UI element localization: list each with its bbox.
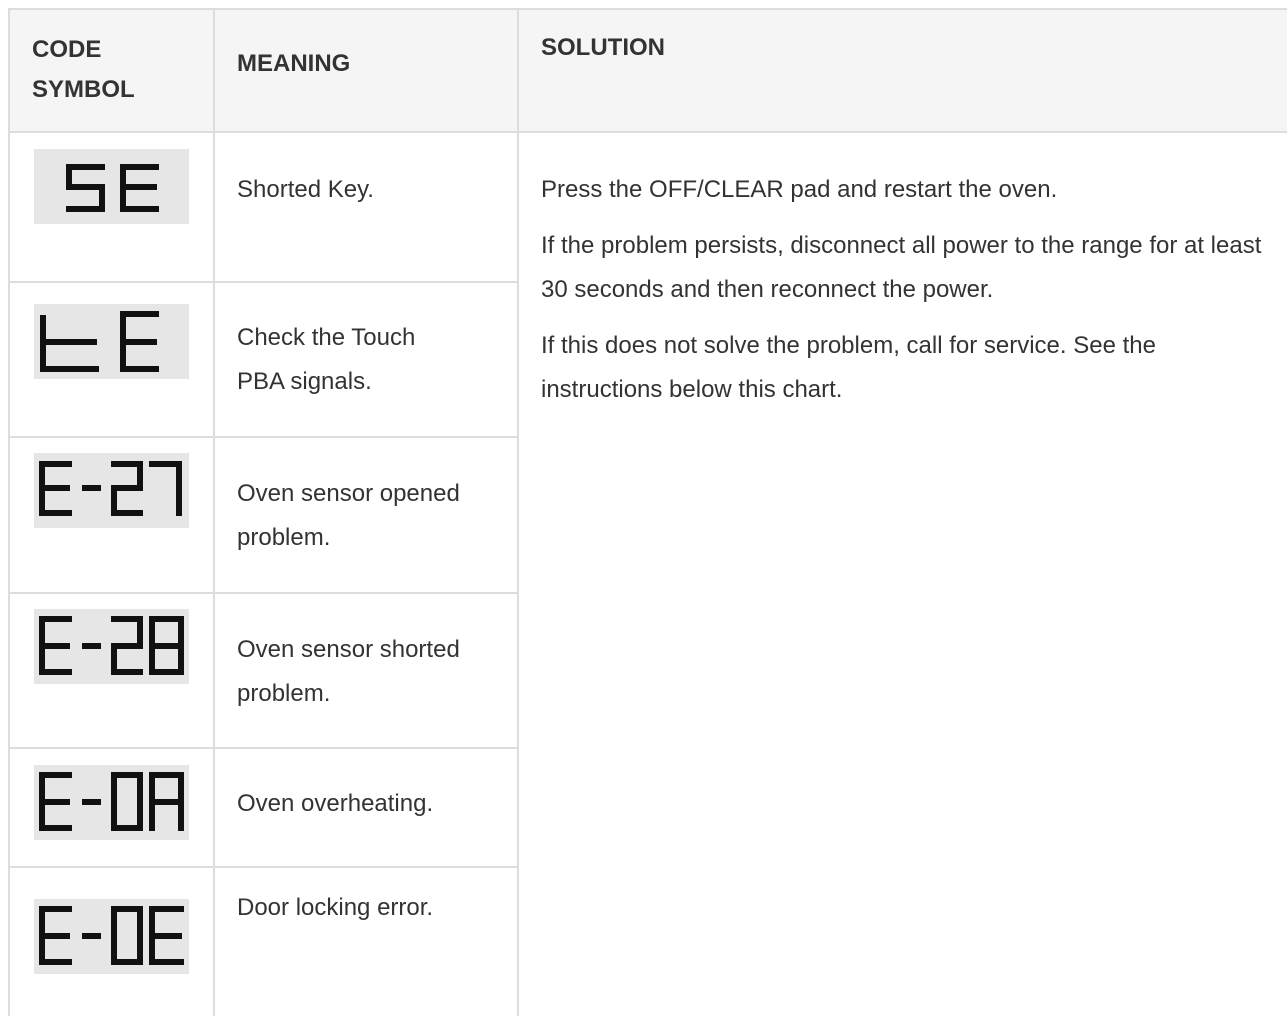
lcd-te-display — [40, 311, 159, 372]
solution-step-3: If this does not solve the problem, call… — [541, 332, 1156, 403]
table-header-divider — [9, 131, 1287, 133]
lcd-code-e0e — [34, 899, 189, 974]
header-code-line: CODE — [32, 36, 102, 63]
table-border-left — [8, 8, 10, 1016]
column-divider — [213, 8, 215, 1016]
row-divider — [9, 281, 519, 283]
table-border-top — [9, 8, 1287, 10]
row-divider — [9, 436, 519, 438]
header-code-symbol: CODE SYMBOL — [32, 30, 135, 110]
meaning-se: Shorted Key. — [237, 176, 374, 203]
lcd-code-e28 — [34, 609, 189, 684]
lcd-code-e27 — [34, 453, 189, 528]
meaning-e27: Oven sensor opened problem. — [237, 480, 460, 551]
meaning-te: Check the Touch PBA signals. — [237, 324, 416, 395]
solution-text: Press the OFF/CLEAR pad and restart the … — [541, 168, 1276, 424]
column-divider — [517, 8, 519, 1016]
lcd-e0a-display — [39, 772, 184, 831]
row-divider — [9, 747, 519, 749]
lcd-se-display — [66, 164, 159, 212]
row-divider — [9, 866, 519, 868]
meaning-e0a: Oven overheating. — [237, 790, 434, 817]
error-code-table: CODE SYMBOL MEANING SOLUTION Shorted Key… — [0, 0, 1287, 1016]
lcd-e28-display — [39, 616, 184, 675]
lcd-e27-display — [39, 461, 182, 516]
lcd-code-te — [34, 304, 189, 379]
header-meaning: MEANING — [237, 50, 351, 77]
meaning-e0e: Door locking error. — [237, 894, 434, 921]
lcd-code-e0a — [34, 765, 189, 840]
header-symbol-line: SYMBOL — [32, 76, 135, 103]
lcd-code-se — [34, 149, 189, 224]
solution-step-2: If the problem persists, disconnect all … — [541, 232, 1262, 303]
lcd-e0e-display — [39, 906, 184, 965]
meaning-e28: Oven sensor shorted problem. — [237, 636, 460, 707]
header-solution: SOLUTION — [541, 34, 665, 61]
solution-step-1: Press the OFF/CLEAR pad and restart the … — [541, 176, 1058, 203]
row-divider — [9, 592, 519, 594]
